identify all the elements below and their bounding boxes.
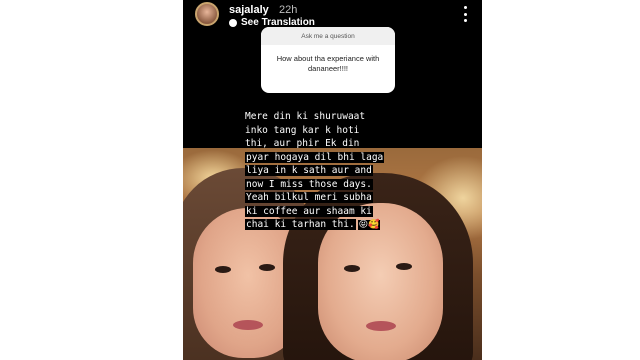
- caption-line: Mere din ki shuruwaat: [245, 111, 366, 122]
- story-caption: Mere din ki shuruwaat inko tang kar k ho…: [245, 110, 425, 233]
- caption-line: pyar hogaya dil bhi laga: [245, 151, 385, 163]
- question-text: How about tha experiance with dananeer!!…: [276, 54, 380, 73]
- lips: [366, 321, 396, 331]
- caption-line: inko tang kar k hoti: [245, 124, 360, 136]
- question-sticker[interactable]: Ask me a question How about tha experian…: [261, 27, 395, 93]
- caption-line: thi, aur phir Ek din: [245, 138, 360, 149]
- caption-line: liya in k sath aur and: [245, 165, 373, 176]
- eye: [259, 264, 275, 271]
- post-time: 22h: [279, 4, 298, 16]
- story-viewer: sajalaly 22h See Translation Ask me a qu…: [183, 0, 482, 360]
- caption-line: now I miss those days.: [245, 178, 373, 190]
- lips: [233, 320, 263, 330]
- translate-icon: [229, 18, 237, 27]
- caption-line: ki coffee aur shaam ki: [245, 205, 373, 217]
- caption-line: chai ki tarhan thi. 😝🥰: [245, 219, 381, 230]
- caption-line: Yeah bilkul meri subha: [245, 192, 373, 203]
- emoji: 😝🥰: [357, 220, 381, 230]
- username[interactable]: sajalaly: [229, 4, 269, 16]
- eye: [215, 266, 231, 273]
- question-sticker-header: Ask me a question: [261, 27, 395, 45]
- eye: [344, 265, 360, 272]
- avatar[interactable]: [195, 2, 219, 26]
- more-options-icon[interactable]: [462, 6, 468, 22]
- eye: [396, 263, 412, 270]
